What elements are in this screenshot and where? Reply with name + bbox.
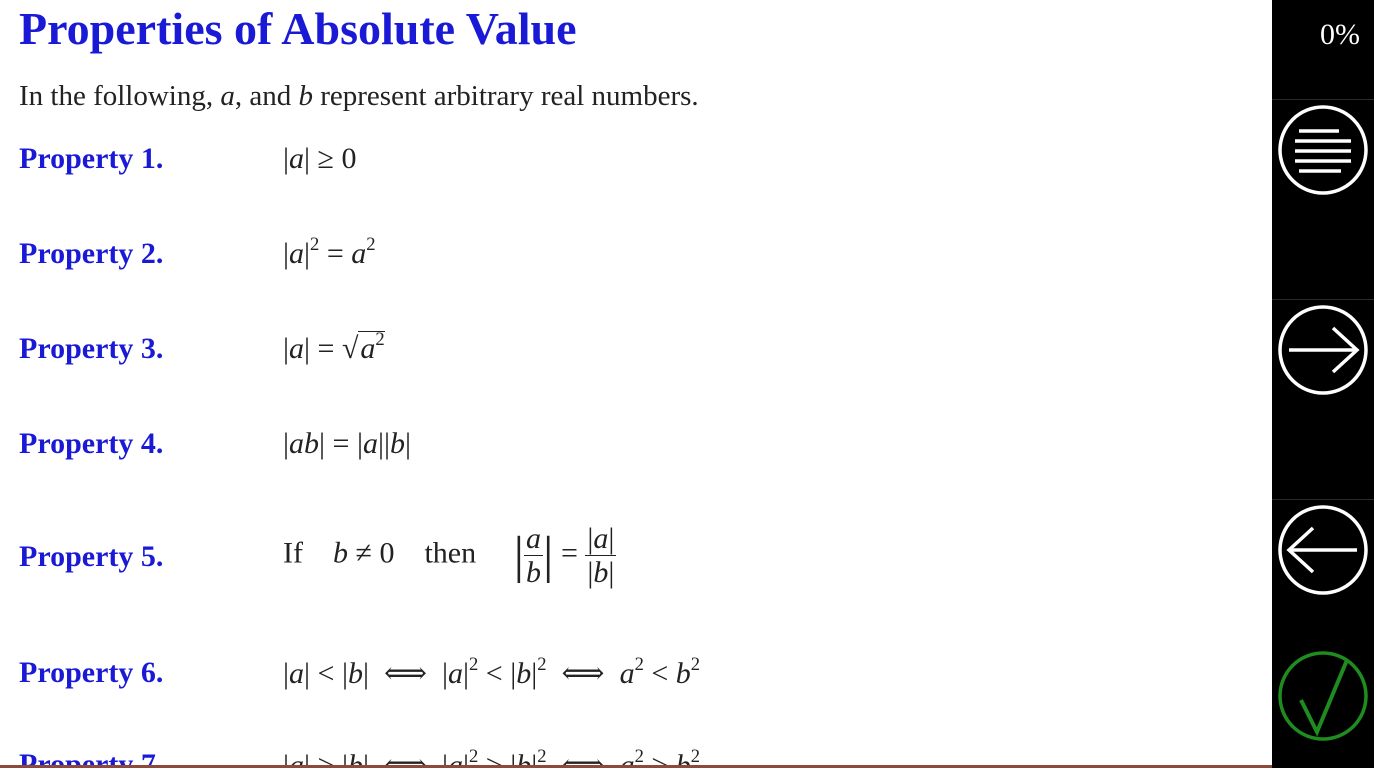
next-button[interactable] (1272, 299, 1374, 400)
property-label: Property 2. (19, 237, 164, 270)
property-formula: |a| = √a2 (283, 328, 385, 365)
intro-text: In the following, a, and b represent arb… (19, 80, 699, 112)
if-word: If (283, 536, 303, 570)
property-formula: |a|2 = a2 (283, 233, 376, 270)
arrow-left-icon (1278, 505, 1368, 595)
property-formula: |ab| = |a||b| (283, 427, 411, 460)
progress-indicator: 0% (1320, 18, 1360, 51)
property-formula: If b ≠ 0 then | a b | = |a| |b| (283, 522, 617, 589)
slide-content: Properties of Absolute Value In the foll… (0, 0, 1272, 768)
property-formula: |a| < |b| ⟺ |a|2 < |b|2 ⟺ a2 < b2 (283, 653, 701, 690)
previous-button[interactable] (1272, 499, 1374, 600)
menu-lines-icon (1278, 105, 1368, 195)
property-label: Property 5. (19, 540, 164, 573)
checkmark-icon (1278, 651, 1368, 741)
property-label: Property 6. (19, 656, 164, 689)
check-button[interactable] (1272, 649, 1374, 743)
property-label: Property 1. (19, 142, 164, 175)
page-title: Properties of Absolute Value (19, 3, 577, 54)
property-formula: |a| ≥ 0 (283, 142, 357, 175)
property-label: Property 4. (19, 427, 164, 460)
arrow-right-icon (1278, 305, 1368, 395)
then-word: then (424, 536, 477, 570)
menu-button[interactable] (1272, 99, 1374, 200)
property-label: Property 3. (19, 332, 164, 365)
navigation-sidebar: 0% (1272, 0, 1374, 768)
